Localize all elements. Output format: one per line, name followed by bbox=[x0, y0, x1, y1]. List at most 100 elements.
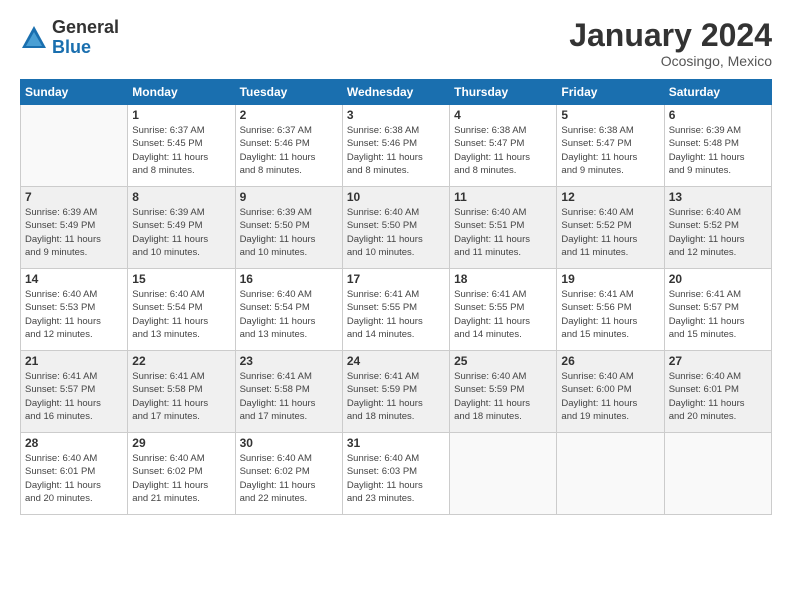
main-title: January 2024 bbox=[569, 18, 772, 53]
day-info: Sunrise: 6:41 AM Sunset: 5:55 PM Dayligh… bbox=[454, 288, 552, 341]
day-number: 7 bbox=[25, 190, 123, 204]
day-info: Sunrise: 6:41 AM Sunset: 5:56 PM Dayligh… bbox=[561, 288, 659, 341]
day-cell: 29 Sunrise: 6:40 AM Sunset: 6:02 PM Dayli… bbox=[128, 433, 235, 515]
day-number: 18 bbox=[454, 272, 552, 286]
day-info: Sunrise: 6:40 AM Sunset: 6:01 PM Dayligh… bbox=[669, 370, 767, 423]
day-info: Sunrise: 6:40 AM Sunset: 6:02 PM Dayligh… bbox=[240, 452, 338, 505]
day-number: 5 bbox=[561, 108, 659, 122]
day-info: Sunrise: 6:40 AM Sunset: 5:52 PM Dayligh… bbox=[669, 206, 767, 259]
header-wednesday: Wednesday bbox=[342, 80, 449, 105]
day-info: Sunrise: 6:41 AM Sunset: 5:59 PM Dayligh… bbox=[347, 370, 445, 423]
day-cell: 3 Sunrise: 6:38 AM Sunset: 5:46 PM Daylig… bbox=[342, 105, 449, 187]
day-cell: 15 Sunrise: 6:40 AM Sunset: 5:54 PM Dayli… bbox=[128, 269, 235, 351]
title-section: January 2024 Ocosingo, Mexico bbox=[569, 18, 772, 69]
day-number: 2 bbox=[240, 108, 338, 122]
day-number: 19 bbox=[561, 272, 659, 286]
day-cell: 13 Sunrise: 6:40 AM Sunset: 5:52 PM Dayli… bbox=[664, 187, 771, 269]
day-info: Sunrise: 6:40 AM Sunset: 6:00 PM Dayligh… bbox=[561, 370, 659, 423]
day-number: 13 bbox=[669, 190, 767, 204]
day-number: 1 bbox=[132, 108, 230, 122]
day-info: Sunrise: 6:38 AM Sunset: 5:47 PM Dayligh… bbox=[454, 124, 552, 177]
week-row-1: 1 Sunrise: 6:37 AM Sunset: 5:45 PM Daylig… bbox=[21, 105, 772, 187]
header-saturday: Saturday bbox=[664, 80, 771, 105]
day-cell: 7 Sunrise: 6:39 AM Sunset: 5:49 PM Daylig… bbox=[21, 187, 128, 269]
day-number: 16 bbox=[240, 272, 338, 286]
day-info: Sunrise: 6:40 AM Sunset: 5:51 PM Dayligh… bbox=[454, 206, 552, 259]
header-thursday: Thursday bbox=[450, 80, 557, 105]
day-number: 6 bbox=[669, 108, 767, 122]
day-number: 17 bbox=[347, 272, 445, 286]
day-info: Sunrise: 6:40 AM Sunset: 5:50 PM Dayligh… bbox=[347, 206, 445, 259]
day-info: Sunrise: 6:41 AM Sunset: 5:57 PM Dayligh… bbox=[669, 288, 767, 341]
day-cell: 24 Sunrise: 6:41 AM Sunset: 5:59 PM Dayli… bbox=[342, 351, 449, 433]
day-cell: 21 Sunrise: 6:41 AM Sunset: 5:57 PM Dayli… bbox=[21, 351, 128, 433]
day-number: 31 bbox=[347, 436, 445, 450]
day-cell: 30 Sunrise: 6:40 AM Sunset: 6:02 PM Dayli… bbox=[235, 433, 342, 515]
day-info: Sunrise: 6:41 AM Sunset: 5:58 PM Dayligh… bbox=[132, 370, 230, 423]
day-cell bbox=[21, 105, 128, 187]
day-number: 9 bbox=[240, 190, 338, 204]
day-number: 23 bbox=[240, 354, 338, 368]
day-number: 22 bbox=[132, 354, 230, 368]
day-number: 15 bbox=[132, 272, 230, 286]
day-cell: 14 Sunrise: 6:40 AM Sunset: 5:53 PM Dayli… bbox=[21, 269, 128, 351]
day-cell: 17 Sunrise: 6:41 AM Sunset: 5:55 PM Dayli… bbox=[342, 269, 449, 351]
day-number: 8 bbox=[132, 190, 230, 204]
day-info: Sunrise: 6:41 AM Sunset: 5:57 PM Dayligh… bbox=[25, 370, 123, 423]
day-cell: 22 Sunrise: 6:41 AM Sunset: 5:58 PM Dayli… bbox=[128, 351, 235, 433]
day-number: 30 bbox=[240, 436, 338, 450]
day-cell: 4 Sunrise: 6:38 AM Sunset: 5:47 PM Daylig… bbox=[450, 105, 557, 187]
calendar-header-row: Sunday Monday Tuesday Wednesday Thursday… bbox=[21, 80, 772, 105]
week-row-5: 28 Sunrise: 6:40 AM Sunset: 6:01 PM Dayli… bbox=[21, 433, 772, 515]
day-number: 29 bbox=[132, 436, 230, 450]
day-info: Sunrise: 6:40 AM Sunset: 5:59 PM Dayligh… bbox=[454, 370, 552, 423]
day-cell: 18 Sunrise: 6:41 AM Sunset: 5:55 PM Dayli… bbox=[450, 269, 557, 351]
day-info: Sunrise: 6:40 AM Sunset: 5:53 PM Dayligh… bbox=[25, 288, 123, 341]
day-number: 4 bbox=[454, 108, 552, 122]
day-number: 27 bbox=[669, 354, 767, 368]
day-cell: 1 Sunrise: 6:37 AM Sunset: 5:45 PM Daylig… bbox=[128, 105, 235, 187]
page-header: General Blue January 2024 Ocosingo, Mexi… bbox=[20, 18, 772, 69]
day-number: 20 bbox=[669, 272, 767, 286]
week-row-3: 14 Sunrise: 6:40 AM Sunset: 5:53 PM Dayli… bbox=[21, 269, 772, 351]
day-info: Sunrise: 6:38 AM Sunset: 5:47 PM Dayligh… bbox=[561, 124, 659, 177]
day-number: 21 bbox=[25, 354, 123, 368]
header-sunday: Sunday bbox=[21, 80, 128, 105]
day-cell: 5 Sunrise: 6:38 AM Sunset: 5:47 PM Daylig… bbox=[557, 105, 664, 187]
day-number: 14 bbox=[25, 272, 123, 286]
day-cell: 19 Sunrise: 6:41 AM Sunset: 5:56 PM Dayli… bbox=[557, 269, 664, 351]
day-info: Sunrise: 6:41 AM Sunset: 5:58 PM Dayligh… bbox=[240, 370, 338, 423]
day-number: 12 bbox=[561, 190, 659, 204]
header-friday: Friday bbox=[557, 80, 664, 105]
day-cell: 12 Sunrise: 6:40 AM Sunset: 5:52 PM Dayli… bbox=[557, 187, 664, 269]
day-number: 28 bbox=[25, 436, 123, 450]
day-number: 24 bbox=[347, 354, 445, 368]
calendar: Sunday Monday Tuesday Wednesday Thursday… bbox=[20, 79, 772, 515]
day-number: 3 bbox=[347, 108, 445, 122]
day-cell: 25Sunrise: 6:40 AM Sunset: 5:59 PM Dayli… bbox=[450, 351, 557, 433]
day-number: 26 bbox=[561, 354, 659, 368]
week-row-2: 7 Sunrise: 6:39 AM Sunset: 5:49 PM Daylig… bbox=[21, 187, 772, 269]
day-info: Sunrise: 6:40 AM Sunset: 5:54 PM Dayligh… bbox=[132, 288, 230, 341]
day-number: 11 bbox=[454, 190, 552, 204]
day-info: Sunrise: 6:40 AM Sunset: 6:01 PM Dayligh… bbox=[25, 452, 123, 505]
header-monday: Monday bbox=[128, 80, 235, 105]
logo-icon bbox=[20, 24, 48, 52]
header-tuesday: Tuesday bbox=[235, 80, 342, 105]
day-info: Sunrise: 6:40 AM Sunset: 6:03 PM Dayligh… bbox=[347, 452, 445, 505]
day-cell bbox=[450, 433, 557, 515]
week-row-4: 21 Sunrise: 6:41 AM Sunset: 5:57 PM Dayli… bbox=[21, 351, 772, 433]
day-cell: 16Sunrise: 6:40 AM Sunset: 5:54 PM Dayli… bbox=[235, 269, 342, 351]
day-info: Sunrise: 6:41 AM Sunset: 5:55 PM Dayligh… bbox=[347, 288, 445, 341]
day-cell: 9Sunrise: 6:39 AM Sunset: 5:50 PM Daylig… bbox=[235, 187, 342, 269]
day-cell: 26 Sunrise: 6:40 AM Sunset: 6:00 PM Dayli… bbox=[557, 351, 664, 433]
logo-text: General Blue bbox=[52, 18, 119, 58]
day-info: Sunrise: 6:37 AM Sunset: 5:45 PM Dayligh… bbox=[132, 124, 230, 177]
day-info: Sunrise: 6:40 AM Sunset: 5:52 PM Dayligh… bbox=[561, 206, 659, 259]
day-info: Sunrise: 6:40 AM Sunset: 6:02 PM Dayligh… bbox=[132, 452, 230, 505]
day-cell: 20 Sunrise: 6:41 AM Sunset: 5:57 PM Dayli… bbox=[664, 269, 771, 351]
subtitle: Ocosingo, Mexico bbox=[569, 53, 772, 69]
day-info: Sunrise: 6:37 AM Sunset: 5:46 PM Dayligh… bbox=[240, 124, 338, 177]
day-info: Sunrise: 6:39 AM Sunset: 5:49 PM Dayligh… bbox=[25, 206, 123, 259]
day-info: Sunrise: 6:38 AM Sunset: 5:46 PM Dayligh… bbox=[347, 124, 445, 177]
